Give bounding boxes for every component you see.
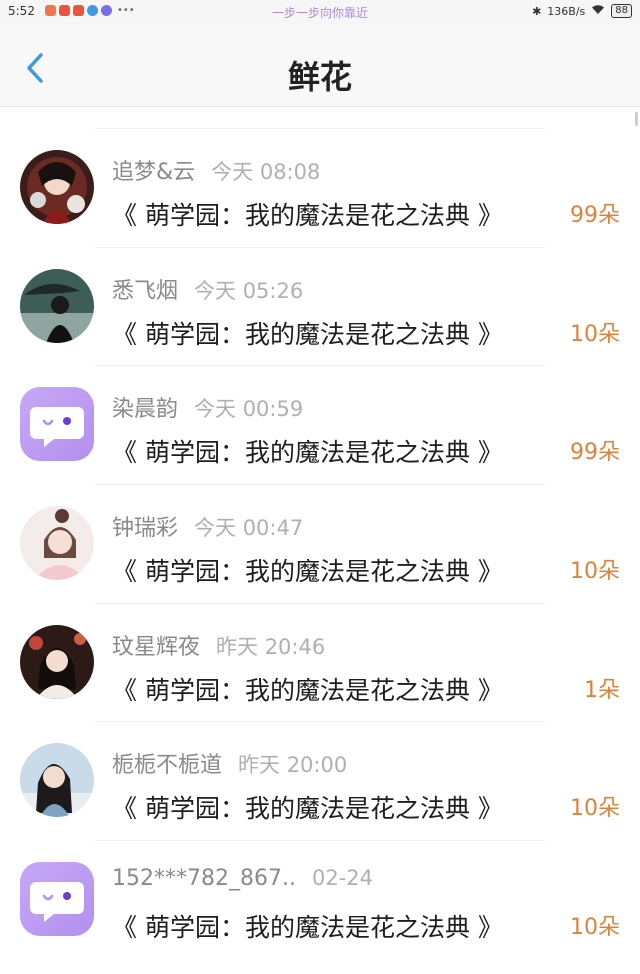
username-text: 栀栀不栀道	[112, 753, 223, 779]
list-item[interactable]: 追梦&云 今天 08:08 《 萌学园：我的魔法是花之法典 》 99朵	[0, 106, 640, 230]
bluetooth-icon: ✱	[532, 4, 542, 18]
page-title: 鲜花	[287, 58, 352, 96]
divider	[95, 602, 545, 604]
gift-time: 今天 00:47	[194, 516, 304, 541]
list-item[interactable]: 152***782_867.. 02-24 《 萌学园：我的魔法是花之法典 》 1…	[0, 818, 640, 942]
status-right: ✱ 136B/s 88	[532, 4, 632, 18]
wifi-icon	[591, 4, 605, 18]
username-text: 悉飞烟	[112, 278, 179, 304]
gift-time: 今天 00:59	[194, 397, 304, 422]
username-text: 钟瑞彩	[112, 516, 179, 542]
username: 钟瑞彩 今天 00:47	[112, 510, 303, 542]
divider	[95, 840, 545, 842]
divider	[95, 128, 545, 129]
username: 玟星辉夜 昨天 20:46	[112, 629, 325, 661]
network-speed: 136B/s	[547, 4, 586, 18]
status-bar: 5:52 ••• 一步一步向你靠近 ✱ 136B/s 88	[0, 0, 640, 24]
username-text: 染晨韵	[112, 397, 179, 423]
list-item[interactable]: 玟星辉夜 昨天 20:46 《 萌学园：我的魔法是花之法典 》 1朵	[0, 581, 640, 705]
avatar[interactable]	[20, 624, 94, 699]
username-text: 追梦&云	[112, 160, 196, 185]
chat-bubble-icon	[30, 407, 84, 448]
username-text: 玟星辉夜	[112, 634, 201, 660]
list-item[interactable]: 钟瑞彩 今天 00:47 《 萌学园：我的魔法是花之法典 》 10朵	[0, 462, 640, 586]
list-item[interactable]: 染晨韵 今天 00:59 《 萌学园：我的魔法是花之法典 》 99朵	[0, 343, 640, 467]
header-bar: 鲜花	[0, 24, 640, 107]
avatar[interactable]	[20, 150, 94, 224]
book-title: 《 萌学园：我的魔法是花之法典 》	[112, 913, 503, 943]
avatar[interactable]	[20, 743, 94, 818]
divider	[95, 484, 545, 486]
list-item[interactable]: 栀栀不栀道 昨天 20:00 《 萌学园：我的魔法是花之法典 》 10朵	[0, 699, 640, 823]
list-item[interactable]: 悉飞烟 今天 05:26 《 萌学园：我的魔法是花之法典 》 10朵	[0, 225, 640, 349]
gift-time: 今天 05:26	[194, 278, 304, 303]
divider	[95, 365, 545, 367]
username: 悉飞烟 今天 05:26	[112, 273, 303, 305]
flower-gift-list: 追梦&云 今天 08:08 《 萌学园：我的魔法是花之法典 》 99朵 悉飞烟 今天…	[0, 106, 640, 942]
username-text: 152***782_867..	[112, 866, 296, 892]
avatar[interactable]	[20, 506, 94, 581]
username: 追梦&云 今天 08:08	[112, 154, 320, 186]
gift-time: 今天 08:08	[211, 160, 321, 184]
chat-bubble-icon	[30, 882, 84, 923]
avatar[interactable]	[20, 268, 94, 343]
gift-time: 02-24	[311, 866, 373, 891]
username: 152***782_867.. 02-24	[112, 866, 373, 891]
gift-time: 昨天 20:46	[216, 634, 326, 659]
default-avatar[interactable]	[20, 387, 94, 462]
scrollbar[interactable]	[635, 112, 638, 126]
flower-count: 10朵	[570, 915, 620, 941]
battery-indicator: 88	[611, 4, 632, 18]
gift-time: 昨天 20:00	[238, 753, 348, 778]
default-avatar[interactable]	[20, 862, 94, 937]
divider	[95, 721, 545, 723]
username: 染晨韵 今天 00:59	[112, 391, 303, 423]
username: 栀栀不栀道 昨天 20:00	[112, 747, 347, 779]
divider	[95, 246, 545, 248]
